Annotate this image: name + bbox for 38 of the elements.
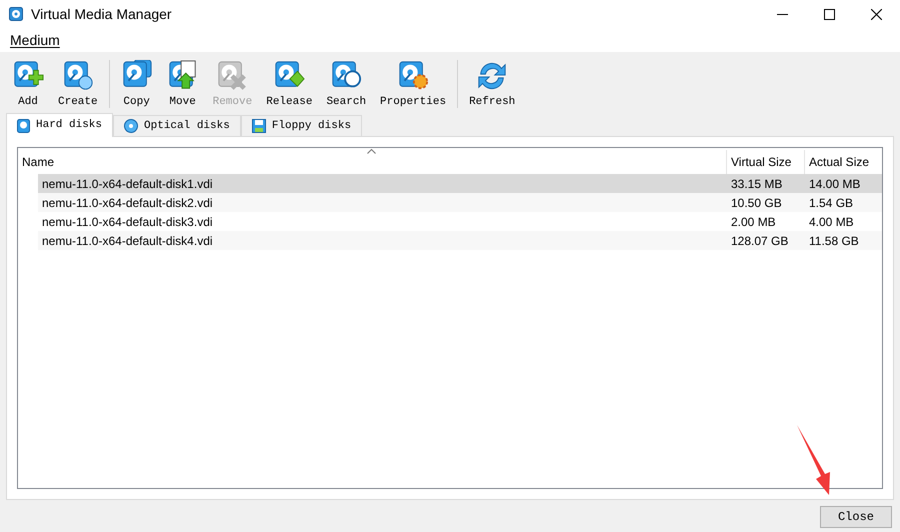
table-cell-text: nemu-11.0-x64-default-disk4.vdi: [41, 232, 214, 250]
tab[interactable]: Optical disks: [113, 115, 241, 136]
table-row[interactable]: nemu-11.0-x64-default-disk1.vdi 33.15 MB 14.00 MB: [38, 174, 882, 193]
table-cell-text: 14.00 MB: [808, 176, 862, 192]
window-title: Virtual Media Manager: [31, 4, 172, 24]
app-icon: [9, 7, 23, 21]
disk-properties-icon: [397, 60, 430, 92]
tab[interactable]: Floppy disks: [240, 115, 362, 136]
table-cell-text: 2.00 MB: [730, 214, 777, 230]
table-cell-text: 1.54 GB: [808, 194, 854, 212]
toolbar-button[interactable]: Properties: [376, 60, 450, 109]
toolbar-button[interactable]: Create: [54, 60, 102, 109]
refresh-icon: [476, 60, 508, 92]
disk-create-icon: [62, 60, 94, 92]
table-cell-text: 11.58 GB: [808, 232, 860, 250]
table-cell-text: 10.50 GB: [730, 194, 783, 212]
toolbar-button[interactable]: Release: [262, 60, 316, 109]
close-button[interactable]: Close: [820, 506, 892, 528]
disk-remove-icon: [216, 60, 248, 92]
menu-item[interactable]: Medium: [10, 30, 60, 50]
table-cell-text: 33.15 MB: [730, 176, 784, 192]
table-row[interactable]: nemu-11.0-x64-default-disk4.vdi 128.07 GB 11.58 GB: [38, 231, 882, 250]
column-header[interactable]: Actual Size: [805, 150, 882, 174]
toolbar-button[interactable]: Refresh: [465, 60, 520, 109]
table-cell-text: nemu-11.0-x64-default-disk3.vdi: [41, 214, 214, 230]
toolbar-button[interactable]: Move: [162, 60, 203, 109]
table-cell-text: nemu-11.0-x64-default-disk2.vdi: [41, 194, 214, 212]
table-cell-text: nemu-11.0-x64-default-disk1.vdi: [41, 176, 214, 192]
toolbar-button[interactable]: Copy: [116, 60, 157, 109]
table-row[interactable]: nemu-11.0-x64-default-disk2.vdi 10.50 GB 1.54 GB: [38, 193, 882, 212]
table-cell-text: 128.07 GB: [730, 232, 790, 250]
table-cell-text: 4.00 MB: [808, 214, 855, 230]
optical-disc-icon: [124, 119, 138, 133]
toolbar-button[interactable]: Add: [8, 60, 48, 109]
tab[interactable]: Hard disks: [6, 113, 114, 137]
toolbar-button[interactable]: Search: [322, 60, 370, 109]
close-icon[interactable]: [871, 8, 882, 20]
maximize-icon[interactable]: [824, 8, 835, 20]
